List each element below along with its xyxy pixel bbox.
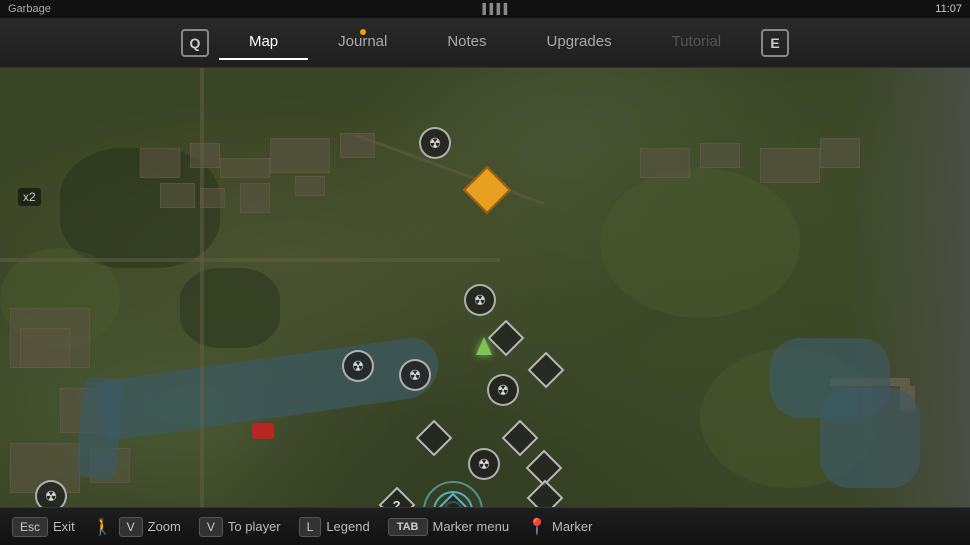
map-marker-player[interactable]	[476, 337, 492, 355]
map-marker-rad-mid2[interactable]: ☢	[487, 374, 519, 406]
player-label: To player	[228, 519, 281, 534]
building	[700, 143, 740, 168]
terrain-detail	[180, 268, 280, 348]
lake-right-2	[820, 388, 920, 488]
map-marker-rad-left2[interactable]: ☢	[399, 359, 431, 391]
building	[270, 138, 330, 173]
nav-bar: Q Map Journal Notes Upgrades Tutorial E	[0, 18, 970, 68]
road-v	[200, 68, 204, 545]
map-marker-dia-1[interactable]	[493, 325, 519, 351]
road-h	[0, 258, 500, 262]
building	[20, 328, 70, 368]
map-marker-rad-left1[interactable]: ☢	[342, 350, 374, 382]
map-marker-dia-5[interactable]	[531, 455, 557, 481]
left-key-box[interactable]: Q	[181, 29, 209, 57]
map-marker-dia-3[interactable]	[421, 425, 447, 451]
player-key[interactable]: V	[199, 517, 223, 537]
zoom-label: Zoom	[148, 519, 181, 534]
building	[240, 183, 270, 213]
right-key-box[interactable]: E	[761, 29, 789, 57]
map-marker-warn-1[interactable]	[470, 173, 504, 207]
building	[760, 148, 820, 183]
building	[640, 148, 690, 178]
map-marker-dia-2[interactable]	[533, 357, 559, 383]
building	[190, 143, 220, 168]
map-marker-rad-mid3[interactable]: ☢	[468, 448, 500, 480]
building	[140, 148, 180, 178]
top-bar: Garbage ▐▐▐▐ 11:07	[0, 0, 970, 18]
legend-key[interactable]: L	[299, 517, 322, 537]
map-marker-rad-mid1[interactable]: ☢	[464, 284, 496, 316]
tab-map[interactable]: Map	[219, 25, 308, 60]
tab-notes[interactable]: Notes	[417, 25, 516, 60]
top-bar-time: 11:07	[935, 3, 962, 15]
zoom-indicator: x2	[18, 188, 41, 206]
journal-notification-dot	[360, 29, 366, 35]
marker-menu-label: Marker menu	[433, 519, 510, 534]
building	[295, 176, 325, 196]
map-area[interactable]: x2 ☢☢☢☢☢☢?◈☢☢☢☢☢☢	[0, 68, 970, 545]
nav-tabs: Map Journal Notes Upgrades Tutorial	[219, 25, 751, 60]
tab-tutorial[interactable]: Tutorial	[642, 25, 751, 60]
marker-pin-icon: 📍	[527, 517, 547, 537]
top-bar-left: Garbage	[8, 3, 51, 15]
marker-label: Marker	[552, 519, 592, 534]
building	[160, 183, 195, 208]
terrain-detail	[600, 168, 800, 318]
map-marker-red-1[interactable]	[252, 423, 274, 439]
bottom-bar: Esc Exit 🚶 V Zoom V To player L Legend T…	[0, 507, 970, 545]
person-icon: 🚶	[93, 517, 113, 537]
legend-label: Legend	[326, 519, 369, 534]
tab-journal[interactable]: Journal	[308, 25, 417, 60]
tab-upgrades[interactable]: Upgrades	[517, 25, 642, 60]
zoom-key[interactable]: V	[119, 517, 143, 537]
map-marker-rad-top[interactable]: ☢	[419, 127, 451, 159]
esc-key[interactable]: Esc	[12, 517, 48, 537]
exit-label: Exit	[53, 519, 75, 534]
building	[220, 158, 270, 178]
marker-menu-key[interactable]: TAB	[388, 518, 428, 536]
building	[820, 138, 860, 168]
map-marker-dia-4[interactable]	[507, 425, 533, 451]
